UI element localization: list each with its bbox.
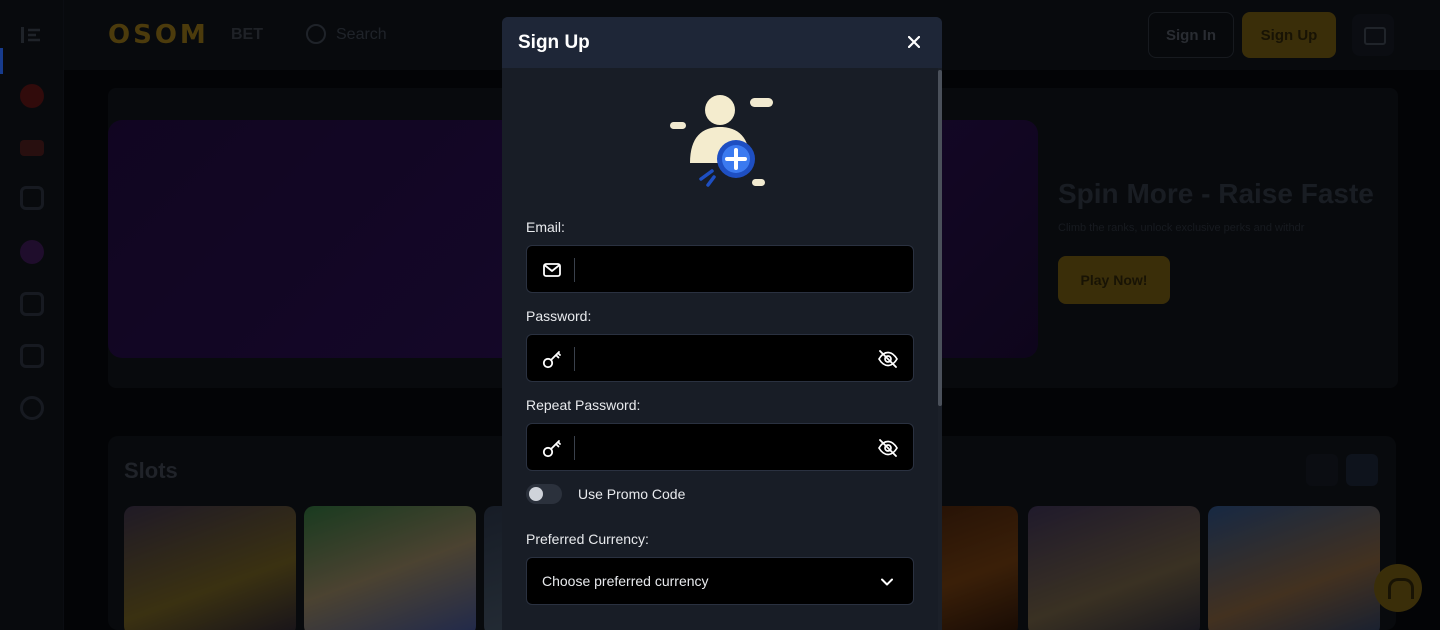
chevron-down-icon — [881, 578, 893, 586]
password-label: Password: — [526, 308, 592, 324]
key-icon — [542, 351, 561, 369]
repeat-password-field[interactable] — [526, 423, 914, 471]
email-label: Email: — [526, 219, 565, 235]
repeat-password-label: Repeat Password: — [526, 397, 641, 413]
key-icon — [542, 440, 561, 458]
close-icon — [908, 36, 920, 48]
modal-scrollbar-thumb[interactable] — [938, 70, 942, 406]
mail-icon — [543, 263, 561, 277]
add-user-illustration — [670, 95, 773, 187]
password-input[interactable] — [583, 335, 863, 381]
close-button[interactable] — [904, 32, 924, 52]
password-field[interactable] — [526, 334, 914, 382]
email-input[interactable] — [583, 246, 863, 292]
promo-code-toggle[interactable] — [526, 484, 562, 504]
promo-code-label: Use Promo Code — [578, 486, 686, 502]
currency-select[interactable]: Choose preferred currency — [526, 557, 914, 605]
email-field[interactable] — [526, 245, 914, 293]
modal-header: Sign Up — [502, 17, 942, 68]
eye-off-icon[interactable] — [877, 437, 899, 459]
field-divider — [574, 347, 575, 371]
modal-title: Sign Up — [518, 31, 590, 53]
field-divider — [574, 436, 575, 460]
sign-up-modal: Sign Up Email: Password: Repeat Password… — [502, 17, 942, 630]
toggle-knob — [529, 487, 543, 501]
eye-off-icon[interactable] — [877, 348, 899, 370]
currency-label: Preferred Currency: — [526, 531, 649, 547]
currency-select-value: Choose preferred currency — [542, 573, 709, 589]
field-divider — [574, 258, 575, 282]
repeat-password-input[interactable] — [583, 424, 863, 470]
